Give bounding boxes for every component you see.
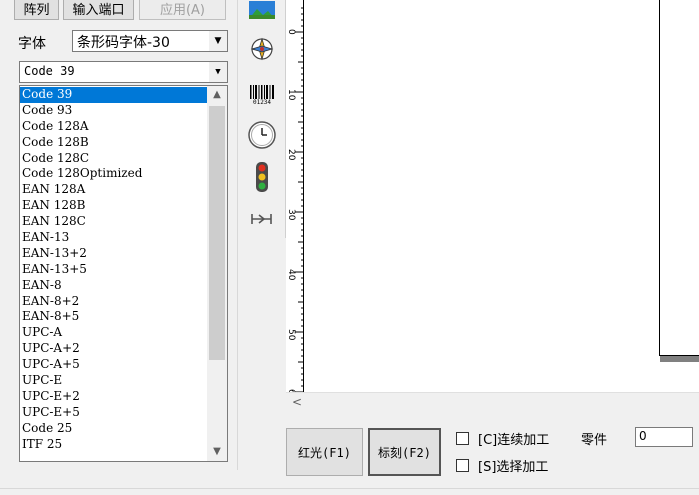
ruler-label: 50: [286, 329, 296, 341]
ruler-label: 20: [286, 149, 296, 161]
list-item[interactable]: Code 128C: [20, 151, 207, 167]
input-port-icon[interactable]: [240, 206, 284, 232]
list-item[interactable]: Code 25: [20, 421, 207, 437]
list-item[interactable]: Code 93: [20, 103, 207, 119]
mark-button[interactable]: 标刻(F2): [368, 428, 441, 476]
status-divider: [0, 488, 699, 489]
list-item[interactable]: UPC-A+5: [20, 357, 207, 373]
list-item[interactable]: UPC-E+5: [20, 405, 207, 421]
font-select-value: 条形码字体-30: [77, 35, 170, 51]
barcode-icon[interactable]: 01234: [240, 82, 284, 108]
list-item[interactable]: UPC-A+2: [20, 341, 207, 357]
list-item[interactable]: EAN-13: [20, 230, 207, 246]
scroll-down-icon[interactable]: ▼: [207, 443, 227, 461]
list-item[interactable]: Code 39: [20, 87, 207, 103]
work-area-border: [659, 0, 660, 356]
list-item[interactable]: Code 128A: [20, 119, 207, 135]
compass-icon[interactable]: [240, 34, 284, 64]
list-item[interactable]: EAN-13+5: [20, 262, 207, 278]
list-item[interactable]: EAN 128B: [20, 198, 207, 214]
continuous-label: [C]连续加工: [478, 433, 550, 448]
clock-icon[interactable]: [240, 118, 284, 152]
list-item[interactable]: UPC-E: [20, 373, 207, 389]
list-item[interactable]: UPC-E+2: [20, 389, 207, 405]
chevron-down-icon[interactable]: ▼: [208, 31, 227, 51]
list-item[interactable]: EAN-8+5: [20, 309, 207, 325]
barcode-type-value: Code 39: [24, 64, 75, 78]
tool-strip: 01234: [240, 0, 286, 238]
barcode-icon-text: 01234: [252, 98, 272, 106]
ruler-label: 40: [286, 269, 296, 281]
scroll-left-icon[interactable]: <: [292, 395, 302, 409]
list-item[interactable]: Code 128Optimized: [20, 166, 207, 182]
list-item[interactable]: EAN 128C: [20, 214, 207, 230]
list-scrollbar[interactable]: ▲ ▼: [207, 86, 227, 461]
barcode-type-list[interactable]: Code 39 Code 93 Code 128A Code 128B Code 128…: [19, 85, 228, 462]
font-label: 字体: [18, 36, 46, 52]
panel-divider: [237, 0, 238, 470]
apply-button[interactable]: 应用(A): [139, 0, 226, 20]
select-checkbox[interactable]: [456, 459, 469, 472]
array-button[interactable]: 阵列: [14, 0, 59, 20]
list-item[interactable]: EAN-8: [20, 278, 207, 294]
vertical-ruler: 0102030405060: [286, 0, 304, 400]
ruler-label: 0: [286, 29, 296, 35]
list-item[interactable]: EAN-13+2: [20, 246, 207, 262]
list-item[interactable]: Code 128B: [20, 135, 207, 151]
list-item[interactable]: EAN-8+2: [20, 294, 207, 310]
image-icon[interactable]: [240, 0, 284, 22]
ruler-label: 10: [286, 89, 296, 101]
list-item[interactable]: UPC-A: [20, 325, 207, 341]
scroll-thumb[interactable]: [209, 106, 225, 360]
chevron-down-icon[interactable]: ▼: [208, 62, 227, 82]
parts-label: 零件: [581, 433, 608, 448]
list-item[interactable]: EAN 128A: [20, 182, 207, 198]
continuous-checkbox[interactable]: [456, 432, 469, 445]
list-item[interactable]: ITF 25: [20, 437, 207, 453]
font-select[interactable]: 条形码字体-30 ▼: [72, 30, 228, 52]
drawing-canvas[interactable]: [304, 0, 699, 392]
traffic-light-icon[interactable]: [240, 160, 284, 194]
horizontal-scrollbar[interactable]: <: [286, 392, 699, 412]
scroll-up-icon[interactable]: ▲: [207, 86, 227, 104]
select-label: [S]选择加工: [478, 460, 549, 475]
input-port-button[interactable]: 输入端口: [63, 0, 134, 20]
red-light-button[interactable]: 红光(F1): [286, 428, 363, 476]
work-area-shadow: [660, 356, 699, 362]
ruler-label: 30: [286, 209, 296, 221]
parts-field[interactable]: 0: [635, 427, 693, 447]
barcode-type-select[interactable]: Code 39 ▼: [19, 61, 228, 83]
